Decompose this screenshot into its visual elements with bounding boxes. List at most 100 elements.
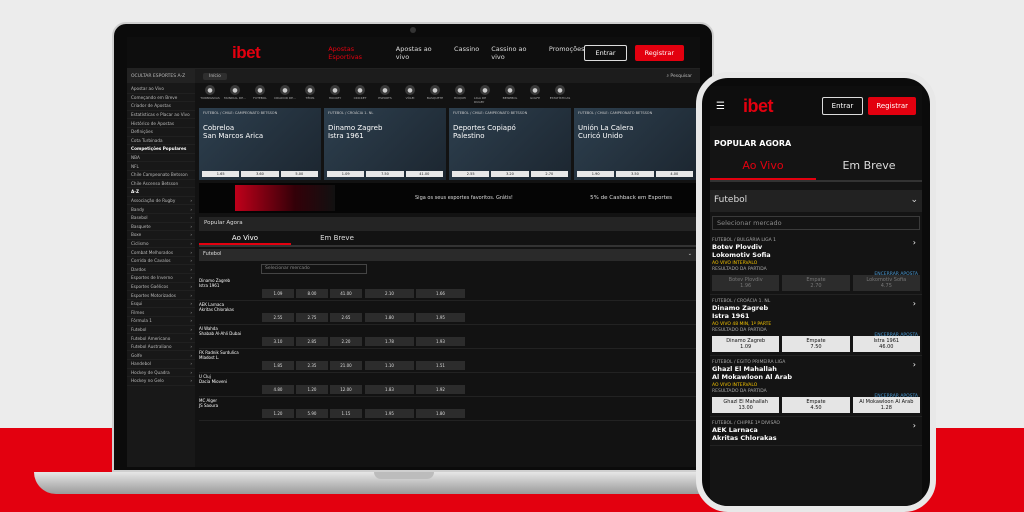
table-row[interactable]: Al Wahda Shabab Al-Ahli Dubai 3.10 2.85 2.20… — [199, 325, 696, 349]
login-button[interactable]: Entrar — [584, 44, 627, 61]
tab-em-breve[interactable]: Em Breve — [291, 231, 383, 245]
odd-button[interactable]: Empate 7.50 — [782, 336, 850, 352]
cashout-link[interactable]: ENCERRAR APOSTA — [874, 333, 918, 338]
menu-icon[interactable]: ☰ — [716, 101, 725, 112]
sidebar-item[interactable]: Estatísticas e Placar ao Vivo — [127, 111, 195, 120]
odd-button[interactable]: Ghazl El Mahallah 13.00 — [712, 397, 780, 413]
featured-match-card[interactable]: FUTEBOL / CHILE: CAMPEONATO BETSSON Cobre… — [199, 108, 321, 180]
odd-button[interactable]: 2.85 — [296, 337, 328, 346]
sport-item[interactable]: ● ESTATÍSTICAS — [549, 85, 571, 105]
table-row[interactable]: AEK Larnaca Akritas Chlorakas 2.55 2.75 2.65… — [199, 301, 696, 325]
sidebar-item[interactable]: Boxe › — [127, 231, 195, 240]
list-item[interactable]: FUTEBOL / CROÁCIA 1. NL › Dinamo Zagreb Ist… — [710, 295, 922, 356]
sport-item[interactable]: ● MUNDIAL DE... — [224, 85, 246, 105]
odd-button[interactable]: 2.55 — [262, 313, 294, 322]
sport-item[interactable]: ● CRICKET — [349, 85, 371, 105]
featured-match-card[interactable]: FUTEBOL / CROÁCIA 1. NL Dinamo Zagreb Istr… — [324, 108, 446, 180]
odd-button[interactable]: 1.51 — [416, 361, 465, 370]
futebol-section[interactable]: Futebol ⌄ — [199, 249, 696, 261]
odd-button[interactable]: 2.70 — [530, 171, 568, 177]
ibet-logo-mobile[interactable]: ibet — [743, 96, 774, 117]
sport-item[interactable]: ● BASQUETE — [424, 85, 446, 105]
sport-item[interactable]: ● BEISEBOL — [499, 85, 521, 105]
sidebar-item[interactable]: Dardos › — [127, 265, 195, 275]
sidebar-item[interactable]: Chile Campeonato Betsson — [127, 171, 195, 180]
sidebar-item[interactable]: Corrida de Cavalos › — [127, 257, 195, 266]
sport-item[interactable]: ● CRIADOR DE... — [274, 85, 296, 105]
list-item[interactable]: FUTEBOL / EGITO PRIMEIRA LIGA › Ghazl El M… — [710, 356, 922, 417]
odd-button[interactable]: 3.10 — [262, 337, 294, 346]
sport-item[interactable]: ● ESPORTS — [374, 85, 396, 105]
odd-button[interactable]: 1.10 — [365, 361, 414, 370]
sidebar-item[interactable]: Futebol Americano › — [127, 334, 195, 343]
odd-button[interactable]: 2.55 — [452, 171, 490, 177]
odd-button[interactable]: Empate 2.70 — [782, 275, 850, 291]
sidebar-item[interactable]: Bandy › — [127, 205, 195, 214]
table-row[interactable]: MC Alger JS Saoura 1.20 5.90 1.15 1.95 1.80 — [199, 397, 696, 421]
featured-match-card[interactable]: FUTEBOL / CHILE: CAMPEONATO BETSSON Unión… — [574, 108, 696, 180]
odd-button[interactable]: 2.75 — [296, 313, 328, 322]
sidebar-item[interactable]: Definições — [127, 128, 195, 137]
sidebar-item[interactable]: Golfe › — [127, 351, 195, 360]
odd-button[interactable]: 12.00 — [330, 385, 362, 394]
odd-button[interactable]: 1.15 — [330, 409, 362, 418]
odd-button[interactable]: 5.00 — [280, 171, 318, 177]
odd-button[interactable]: 1.80 — [365, 313, 414, 322]
odd-button[interactable]: 1.20 — [296, 385, 328, 394]
sidebar-item[interactable]: Apostar ao Vivo — [127, 85, 195, 94]
odd-button[interactable]: 41.00 — [330, 289, 362, 298]
odd-button[interactable]: 1.80 — [416, 409, 465, 418]
featured-match-card[interactable]: FUTEBOL / CHILE: CAMPEONATO BETSSON Depor… — [449, 108, 571, 180]
register-button[interactable]: Registrar — [634, 44, 684, 61]
sidebar-item[interactable]: NBA — [127, 154, 195, 163]
nav-cassino[interactable]: Cassino — [454, 45, 479, 61]
odd-button[interactable]: Al Mokawloon Al Arab 1.28 — [852, 397, 920, 413]
sidebar-item[interactable]: Futebol › — [127, 326, 195, 335]
odd-button[interactable]: 1.85 — [262, 361, 294, 370]
list-item[interactable]: FUTEBOL / CHIPRE 1ª DIVISÃO › AEK Larnaca A… — [710, 417, 922, 446]
sidebar-item[interactable]: Esportes Motorizados › — [127, 291, 195, 300]
sidebar-item[interactable]: Filmes › — [127, 308, 195, 318]
odd-button[interactable]: 1.92 — [416, 385, 465, 394]
odd-button[interactable]: 3.60 — [241, 171, 279, 177]
sport-item[interactable]: ● VÔLEI — [399, 85, 421, 105]
odd-button[interactable]: 21.00 — [330, 361, 362, 370]
sidebar-item[interactable]: Combat Melhorados › — [127, 248, 195, 257]
sidebar-item[interactable]: Cota Turbinada — [127, 137, 195, 146]
odd-button[interactable]: Botev Plovdiv 1.96 — [712, 275, 780, 291]
nav-apostas-esportivas[interactable]: Apostas Esportivas — [328, 45, 384, 61]
odd-button[interactable]: 1.95 — [365, 409, 414, 418]
table-row[interactable]: U Cluj Dacia Mioveni 4.80 1.20 12.00 1.83 1.92 — [199, 373, 696, 397]
sidebar-item[interactable]: Hockey de Quadra › — [127, 369, 195, 378]
odd-button[interactable]: 1.09 — [262, 289, 294, 298]
odd-button[interactable]: 1.90 — [577, 171, 615, 177]
odd-button[interactable]: Lokomotiv Sofia 4.75 — [852, 275, 920, 291]
odd-button[interactable]: 1.93 — [416, 337, 465, 346]
odd-button[interactable]: 1.65 — [202, 171, 240, 177]
sidebar-item[interactable]: Começando em Breve — [127, 94, 195, 103]
ibet-logo[interactable]: ibet — [232, 43, 261, 63]
odd-button[interactable]: 1.83 — [365, 385, 414, 394]
tab-em-breve-mobile[interactable]: Em Breve — [816, 154, 922, 180]
search-button[interactable]: ⌕ Pesquisar — [666, 73, 692, 79]
sport-item[interactable]: ● FUTEBOL — [249, 85, 271, 105]
odd-button[interactable]: 2.65 — [330, 313, 362, 322]
odd-button[interactable]: 4.00 — [655, 171, 693, 177]
sidebar-item[interactable]: Fórmula 1 › — [127, 317, 195, 326]
market-select[interactable]: Selecionar mercado — [261, 264, 367, 274]
sidebar-item[interactable]: Ciclismo › — [127, 240, 195, 249]
nav-cassino-ao-vivo[interactable]: Cassino ao vivo — [491, 45, 537, 61]
odd-button[interactable]: 2.20 — [330, 337, 362, 346]
nav-promocoes[interactable]: Promoções — [549, 45, 585, 61]
chevron-right-icon[interactable]: › — [913, 299, 916, 308]
sidebar-item[interactable]: Esportes Gaélicos › — [127, 283, 195, 292]
odd-button[interactable]: 4.80 — [262, 385, 294, 394]
breadcrumb[interactable]: Início — [203, 72, 227, 80]
odd-button[interactable]: 1.20 — [262, 409, 294, 418]
market-select-mobile[interactable]: Selecionar mercado — [712, 216, 920, 230]
nav-apostas-ao-vivo[interactable]: Apostas ao vivo — [396, 45, 442, 61]
odd-button[interactable]: 1.66 — [416, 289, 465, 298]
odd-button[interactable]: 8.00 — [296, 289, 328, 298]
odd-button[interactable]: 3.50 — [616, 171, 654, 177]
chevron-right-icon[interactable]: › — [913, 238, 916, 247]
